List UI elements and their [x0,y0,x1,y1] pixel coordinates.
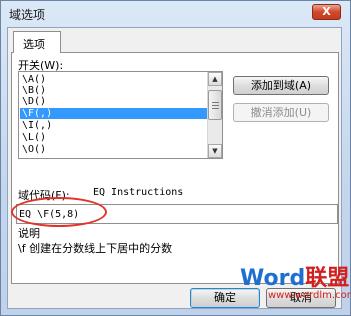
watermark-word: Word [240,266,306,291]
description-text: \f 创建在分数线上下居中的分数 [18,242,173,255]
dialog-title: 域选项 [9,8,46,22]
list-item[interactable]: \I(,) [20,120,207,131]
listbox-scrollbar[interactable]: ▲ ▼ [207,72,222,158]
switches-listbox[interactable]: \A() \B() \D() \F(,) \I(,) \L() \O() ▲ ▼ [18,71,223,159]
description-label: 说明 [18,227,40,240]
watermark-url: www.wordlm.com [268,290,351,301]
list-item[interactable]: \O() [20,144,207,155]
close-button[interactable]: X [312,4,341,20]
title-bar[interactable] [0,0,349,27]
list-item[interactable]: \A() [20,74,207,85]
list-item[interactable]: \D() [20,96,207,107]
list-item[interactable]: \B() [20,85,207,96]
add-to-field-button[interactable]: 添加到域(A) [233,76,329,95]
watermark-logo: Word联盟 www.wordlm.com [240,266,351,302]
highlight-circle [11,197,107,227]
scroll-down-icon[interactable]: ▼ [208,144,222,158]
scroll-up-icon[interactable]: ▲ [208,72,222,86]
scroll-thumb[interactable] [208,90,222,120]
watermark-suffix: 联盟 [305,266,350,291]
tab-options[interactable]: 选项 [13,31,61,53]
undo-add-button[interactable]: 撤消添加(U) [233,103,329,122]
list-item[interactable]: \L() [20,132,207,143]
list-item-selected[interactable]: \F(,) [20,108,207,119]
field-code-instructions: EQ Instructions [93,187,184,198]
